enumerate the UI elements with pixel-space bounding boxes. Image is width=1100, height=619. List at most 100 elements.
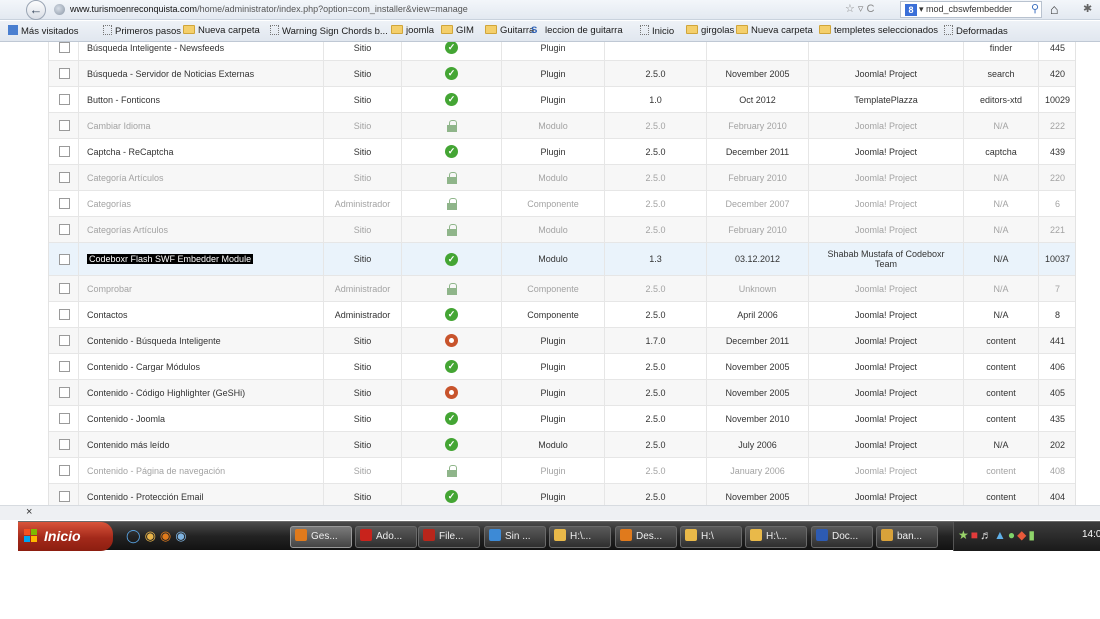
search-input[interactable]: 8 ▾ mod_cbswfembedder ⚲ [900,1,1042,18]
table-row[interactable]: Cambiar Idioma Sitio Modulo 2.5.0 February 2… [49,113,1075,139]
cell-text[interactable]: Contenido - Página de navegación [87,466,225,476]
taskbar-button[interactable]: Ado... [355,526,417,548]
table-row[interactable]: Contenido - Código Highlighter (GeSHi) Si… [49,380,1075,406]
cell-text[interactable]: Cambiar Idioma [87,121,151,131]
bookmark-item[interactable]: Más visitados [8,25,79,37]
chrome-icon[interactable]: ◉ [145,528,160,543]
row-checkbox[interactable] [59,146,70,157]
enabled-check-icon[interactable]: ✓ [445,67,458,80]
table-row[interactable]: Captcha - ReCaptcha Sitio ✓ Plugin 2.5.0 Dece… [49,139,1075,165]
cell-text[interactable]: Búsqueda - Servidor de Noticias Externas [87,69,254,79]
row-checkbox[interactable] [59,361,70,372]
taskbar-button[interactable]: H:\... [549,526,611,548]
sync-icon[interactable]: ● [1008,528,1017,542]
row-checkbox[interactable] [59,439,70,450]
firefox-icon[interactable]: ◉ [160,528,175,543]
update-icon[interactable]: ▲ [994,528,1008,542]
table-row[interactable]: Contenido más leído Sitio ✓ Modulo 2.5.0 July… [49,432,1075,458]
cell-text[interactable]: Contenido más leído [87,440,170,450]
bookmark-item[interactable]: Inicio [640,25,674,37]
extension-icon[interactable]: ✱ [1083,2,1092,15]
taskbar-button[interactable]: Des... [615,526,677,548]
cell-text[interactable]: Codeboxr Flash SWF Embedder Module [87,254,254,264]
cell-text[interactable]: Contenido - Búsqueda Inteligente [87,336,221,346]
table-row[interactable]: Contenido - Joomla Sitio ✓ Plugin 2.5.0 Novem… [49,406,1075,432]
table-row[interactable]: Categorías Administrador Componente 2.5.0 De… [49,191,1075,217]
tray-icons[interactable]: ★■♬▲●◆▮ [958,528,1037,542]
table-row[interactable]: Button - Fonticons Sitio ✓ Plugin 1.0 Oct 201… [49,87,1075,113]
back-button[interactable]: ← [26,0,46,20]
enabled-check-icon[interactable]: ✓ [445,42,458,54]
battery-icon[interactable]: ▮ [1028,528,1037,542]
cell-text[interactable]: Contenido - Código Highlighter (GeSHi) [87,388,245,398]
table-row[interactable]: Contenido - Protección Email Sitio ✓ Plugin… [49,484,1075,505]
row-checkbox[interactable] [59,172,70,183]
taskbar-button[interactable]: Ges... [290,526,352,548]
search-dropdown-icon[interactable]: ▾ [919,4,924,14]
cell-text[interactable]: Contenido - Joomla [87,414,165,424]
bookmark-item[interactable]: Warning Sign Chords b... [270,25,388,37]
taskbar-button[interactable]: H:\... [745,526,807,548]
disabled-icon[interactable] [445,386,458,399]
site-identity-icon[interactable] [54,4,65,15]
taskbar-button[interactable]: File... [418,526,480,548]
disabled-icon[interactable] [445,334,458,347]
taskbar-button[interactable]: Sin ... [484,526,546,548]
cell-text[interactable]: Button - Fonticons [87,95,160,105]
enabled-check-icon[interactable]: ✓ [445,252,458,266]
bookmark-item[interactable]: GIM [441,25,474,36]
taskbar-button[interactable]: H:\ [680,526,742,548]
cell-text[interactable]: Captcha - ReCaptcha [87,147,174,157]
enabled-check-icon[interactable]: ✓ [445,490,458,503]
enabled-check-icon[interactable]: ✓ [445,308,458,321]
table-row[interactable]: Búsqueda - Servidor de Noticias Externas… [49,61,1075,87]
row-checkbox[interactable] [59,253,70,265]
start-button[interactable]: Inicio [18,522,113,551]
cell-text[interactable]: Comprobar [87,284,132,294]
network-icon[interactable]: ★ [958,528,971,542]
home-icon[interactable]: ⌂ [1050,1,1058,17]
bookmark-item[interactable]: joomla [391,25,434,36]
bookmark-item[interactable]: templetes seleccionados [819,25,938,36]
table-row[interactable]: Contenido - Búsqueda Inteligente Sitio Plu… [49,328,1075,354]
table-row[interactable]: Contenido - Página de navegación Sitio Plu… [49,458,1075,484]
table-row[interactable]: Categoría Artículos Sitio Modulo 2.5.0 Febru… [49,165,1075,191]
cell-text[interactable]: Categoría Artículos [87,173,164,183]
row-checkbox[interactable] [59,491,70,502]
row-checkbox[interactable] [59,120,70,131]
table-row[interactable]: Contactos Administrador ✓ Componente 2.5.0 Ap… [49,302,1075,328]
row-checkbox[interactable] [59,224,70,235]
table-row[interactable]: Contenido - Cargar Módulos Sitio ✓ Plugin 2.… [49,354,1075,380]
row-checkbox[interactable] [59,413,70,424]
row-checkbox[interactable] [59,283,70,294]
enabled-check-icon[interactable]: ✓ [445,93,458,106]
bookmark-item[interactable]: Sleccion de guitarra [531,25,623,36]
row-checkbox[interactable] [59,198,70,209]
taskbar-button[interactable]: Doc... [811,526,873,548]
cell-text[interactable]: Contenido - Cargar Módulos [87,362,200,372]
volume-icon[interactable]: ♬ [980,528,994,542]
row-checkbox[interactable] [59,335,70,346]
row-checkbox[interactable] [59,42,70,53]
row-checkbox[interactable] [59,68,70,79]
cell-text[interactable]: Contenido - Protección Email [87,492,204,502]
table-row[interactable]: Comprobar Administrador Componente 2.5.0 Unk… [49,276,1075,302]
security-icon[interactable]: ◆ [1017,528,1028,542]
bookmark-item[interactable]: girgolas [686,25,734,36]
cell-text[interactable]: Búsqueda Inteligente - Newsfeeds [87,43,224,53]
enabled-check-icon[interactable]: ✓ [445,438,458,451]
taskbar-button[interactable]: ban... [876,526,938,548]
table-row[interactable]: Categorías Artículos Sitio Modulo 2.5.0 Febr… [49,217,1075,243]
url-actions[interactable]: ☆ ▿ C [845,2,874,15]
url-field[interactable]: www.turismoenreconquista.com/home/admini… [70,4,468,14]
bookmark-item[interactable]: Nueva carpeta [736,25,813,36]
enabled-check-icon[interactable]: ✓ [445,412,458,425]
row-checkbox[interactable] [59,94,70,105]
cell-text[interactable]: Contactos [87,310,128,320]
magnifier-icon[interactable]: ⚲ [1031,2,1039,17]
bookmark-item[interactable]: Nueva carpeta [183,25,260,36]
table-row[interactable]: Codeboxr Flash SWF Embedder Module Sitio ✓… [49,243,1075,276]
app-icon[interactable]: ◉ [175,528,190,543]
antivirus-icon[interactable]: ■ [971,528,980,542]
enabled-check-icon[interactable]: ✓ [445,145,458,158]
